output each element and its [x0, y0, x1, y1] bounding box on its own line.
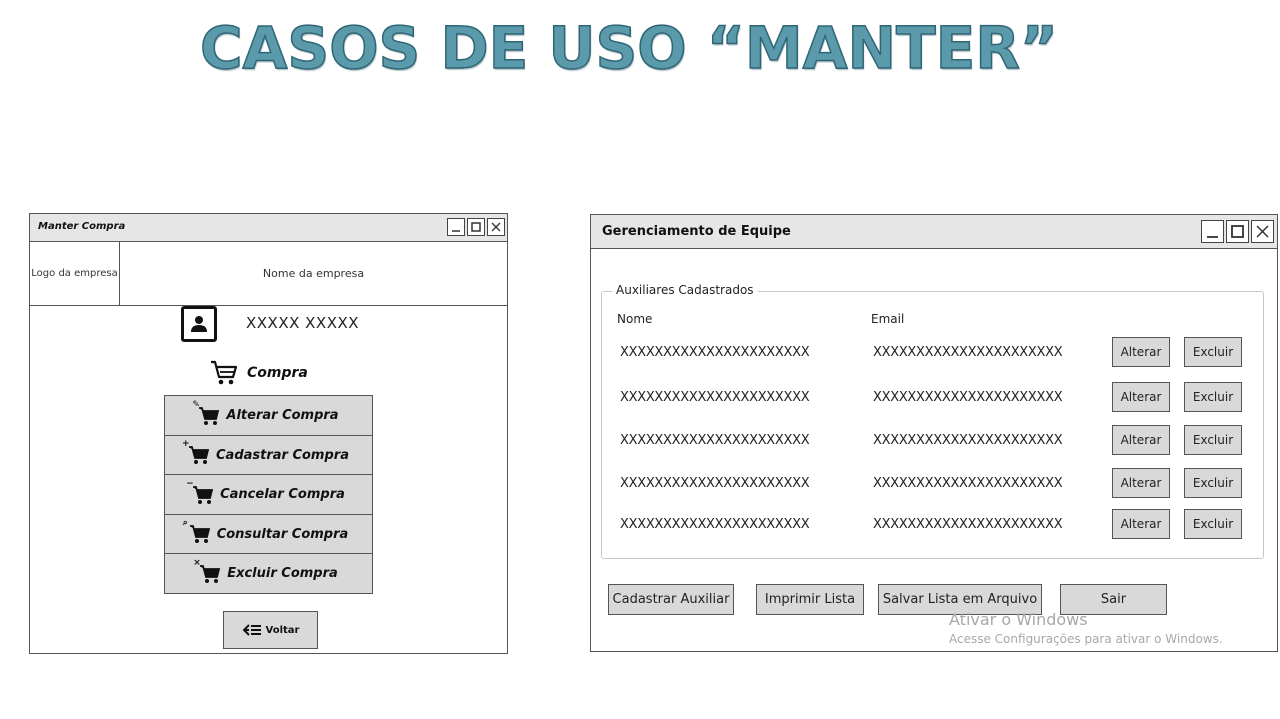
row-name: XXXXXXXXXXXXXXXXXXXXXX — [620, 476, 810, 491]
menu-item-label: Alterar Compra — [226, 408, 339, 423]
alterar-compra-button[interactable]: ✎ Alterar Compra — [164, 395, 373, 436]
consultar-compra-button[interactable]: ⌕ Consultar Compra — [164, 513, 373, 555]
company-name: Nome da empresa — [262, 267, 365, 280]
delete-cart-icon: × — [193, 558, 221, 584]
user-name: XXXXX XXXXX — [246, 314, 360, 332]
header-row: Logo da empresa Nome da empresa — [30, 242, 507, 306]
close-icon — [1256, 225, 1269, 238]
window-titlebar: Gerenciamento de Equipe — [591, 215, 1277, 249]
row-email: XXXXXXXXXXXXXXXXXXXXXX — [873, 476, 1063, 491]
compra-heading: Compra — [209, 359, 308, 387]
search-cart-icon: ⌕ — [183, 518, 211, 544]
column-header-nome: Nome — [617, 312, 653, 326]
alterar-button[interactable]: Alterar — [1112, 382, 1170, 412]
window-controls — [447, 218, 505, 236]
maximize-button[interactable] — [1226, 220, 1249, 243]
menu-item-label: Consultar Compra — [216, 526, 349, 542]
table-row: XXXXXXXXXXXXXXXXXXXXXX XXXXXXXXXXXXXXXXX… — [602, 468, 1263, 500]
shopping-cart-icon — [211, 360, 238, 385]
manter-compra-window: Manter Compra Logo da empresa Nome da em… — [29, 213, 508, 654]
row-name: XXXXXXXXXXXXXXXXXXXXXX — [620, 433, 810, 448]
watermark-line2: Acesse Configurações para ativar o Windo… — [949, 632, 1223, 646]
excluir-button[interactable]: Excluir — [1184, 425, 1242, 455]
excluir-button[interactable]: Excluir — [1184, 468, 1242, 498]
maximize-button[interactable] — [467, 218, 485, 236]
watermark-line1: Ativar o Windows — [949, 610, 1088, 629]
table-row: XXXXXXXXXXXXXXXXXXXXXX XXXXXXXXXXXXXXXXX… — [602, 509, 1263, 541]
excluir-button[interactable]: Excluir — [1184, 382, 1242, 412]
compra-label: Compra — [247, 365, 308, 381]
minimize-button[interactable] — [447, 218, 465, 236]
menu-item-label: Cadastrar Compra — [216, 447, 349, 463]
table-row: XXXXXXXXXXXXXXXXXXXXXX XXXXXXXXXXXXXXXXX… — [602, 382, 1263, 414]
cadastrar-auxiliar-button[interactable]: Cadastrar Auxiliar — [608, 584, 734, 615]
window-title: Manter Compra — [38, 221, 126, 232]
row-name: XXXXXXXXXXXXXXXXXXXXXX — [620, 390, 810, 405]
slide-title: CASOS DE USO “MANTER” — [199, 13, 1059, 83]
cancelar-compra-button[interactable]: − Cancelar Compra — [164, 474, 373, 515]
close-button[interactable] — [487, 218, 505, 236]
table-row: XXXXXXXXXXXXXXXXXXXXXX XXXXXXXXXXXXXXXXX… — [602, 425, 1263, 457]
group-label: Auxiliares Cadastrados — [612, 283, 758, 297]
windows-activation-watermark: Ativar o Windows Acesse Configurações pa… — [949, 610, 1223, 646]
voltar-label: Voltar — [265, 624, 300, 636]
row-name: XXXXXXXXXXXXXXXXXXXXXX — [620, 345, 810, 360]
window-controls — [1201, 220, 1274, 243]
minimize-button[interactable] — [1201, 220, 1224, 243]
row-name: XXXXXXXXXXXXXXXXXXXXXX — [620, 517, 810, 532]
close-button[interactable] — [1251, 220, 1274, 243]
back-arrow-icon — [242, 624, 261, 636]
maximize-icon — [1231, 225, 1244, 238]
close-icon — [491, 222, 501, 232]
row-email: XXXXXXXXXXXXXXXXXXXXXX — [873, 390, 1063, 405]
compra-menu: ✎ Alterar Compra + Cadastrar Compra − Ca… — [164, 395, 373, 594]
row-email: XXXXXXXXXXXXXXXXXXXXXX — [873, 517, 1063, 532]
row-email: XXXXXXXXXXXXXXXXXXXXXX — [873, 345, 1063, 360]
maximize-icon — [471, 222, 481, 232]
alterar-button[interactable]: Alterar — [1112, 425, 1170, 455]
company-logo-placeholder: Logo da empresa — [30, 242, 120, 305]
alterar-button[interactable]: Alterar — [1112, 509, 1170, 539]
minimize-icon — [452, 230, 460, 232]
gerenciamento-equipe-window: Gerenciamento de Equipe Auxiliares Cadas… — [590, 214, 1278, 652]
edit-cart-icon: ✎ — [192, 400, 220, 426]
cadastrar-compra-button[interactable]: + Cadastrar Compra — [164, 434, 373, 476]
excluir-button[interactable]: Excluir — [1184, 337, 1242, 367]
menu-item-label: Cancelar Compra — [220, 487, 345, 502]
auxiliares-group: Auxiliares Cadastrados Nome Email XXXXXX… — [601, 283, 1264, 559]
add-cart-icon: + — [182, 439, 210, 465]
excluir-button[interactable]: Excluir — [1184, 509, 1242, 539]
table-row: XXXXXXXXXXXXXXXXXXXXXX XXXXXXXXXXXXXXXXX… — [602, 337, 1263, 369]
imprimir-lista-button[interactable]: Imprimir Lista — [756, 584, 864, 615]
alterar-button[interactable]: Alterar — [1112, 337, 1170, 367]
excluir-compra-button[interactable]: × Excluir Compra — [164, 553, 373, 594]
row-email: XXXXXXXXXXXXXXXXXXXXXX — [873, 433, 1063, 448]
column-header-email: Email — [871, 312, 905, 326]
minimize-icon — [1207, 236, 1218, 238]
remove-cart-icon: − — [186, 479, 214, 505]
user-avatar-icon — [181, 306, 217, 342]
alterar-button[interactable]: Alterar — [1112, 468, 1170, 498]
window-title: Gerenciamento de Equipe — [602, 224, 791, 239]
window-titlebar: Manter Compra — [30, 214, 507, 242]
voltar-button[interactable]: Voltar — [223, 611, 318, 649]
menu-item-label: Excluir Compra — [227, 566, 338, 581]
